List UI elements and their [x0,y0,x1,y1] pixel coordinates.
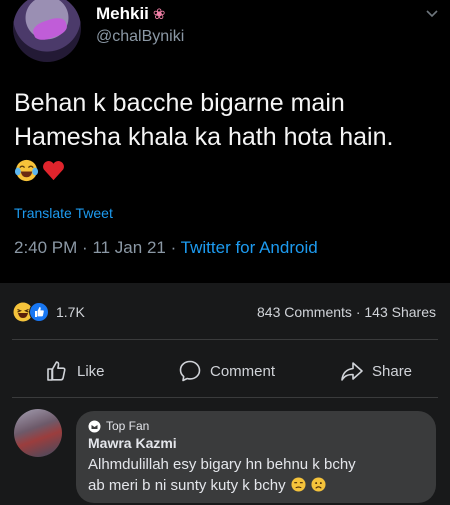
comment-text-line: Alhmdulillah esy bigary hn behnu k bchy [88,456,356,473]
flower-emoji-icon: ❀ [152,5,166,23]
comment-bubble-icon [179,360,201,382]
tweet-text: Behan k bacche bigarne main Hamesha khal… [14,86,444,154]
red-heart-emoji-icon [43,161,64,181]
tweet-time: 2:40 PM [14,238,78,257]
comment-text: Alhmdulillah esy bigary hn behnu k bchy … [88,454,428,496]
display-name[interactable]: Mehkii ❀ [96,4,165,24]
tweet-emojis [14,158,66,183]
comment-author[interactable]: Mawra Kazmi [88,435,177,451]
share-button[interactable]: Share [340,357,412,385]
tweet-text-line: Behan k bacche bigarne main [14,89,345,117]
like-reaction-icon [29,302,49,322]
engagement-stats: 843 Comments · 143 Shares [257,304,436,320]
like-label: Like [77,362,105,380]
chevron-down-icon[interactable] [425,6,439,20]
unamused-face-emoji-icon [291,477,306,492]
tweet-date: 11 Jan 21 [92,238,166,257]
comment-text-line: ab meri b ni sunty kuty k bchy [88,477,286,494]
top-fan-badge: Top Fan [88,419,149,433]
reaction-count: 1.7K [56,304,85,320]
commenter-avatar[interactable] [14,409,62,457]
comments-count-link[interactable]: 843 Comments [257,304,352,320]
top-fan-badge-icon [88,420,101,432]
comment-button[interactable]: Comment [178,357,275,385]
reaction-summary[interactable]: 1.7K [13,302,85,322]
user-handle[interactable]: @chalByniki [96,28,184,46]
share-label: Share [372,362,413,380]
thumbs-up-icon [47,361,66,381]
comment-label: Comment [210,362,276,380]
translate-tweet-link[interactable]: Translate Tweet [14,205,113,221]
face-with-tears-of-joy-emoji-icon [14,159,39,182]
divider [12,339,438,340]
shares-count-link[interactable]: 143 Shares [364,304,436,320]
tweet-text-line: Hamesha khala ka hath hota hain. [14,123,394,151]
tweet-source-link[interactable]: Twitter for Android [181,238,318,257]
tweet-card: Mehkii ❀ @chalByniki Behan k bacche biga… [0,0,450,283]
divider [12,397,438,398]
post-actions: Like Comment Share [0,357,450,387]
share-arrow-icon [341,362,363,381]
facebook-post-footer: 1.7K 843 Comments · 143 Shares Like Comm… [0,283,450,505]
user-avatar[interactable] [13,0,81,62]
like-button[interactable]: Like [45,357,105,385]
tweet-meta: 2:40 PM · 11 Jan 21 · Twitter for Androi… [14,238,318,257]
comment-bubble[interactable]: Top Fan Mawra Kazmi Alhmdulillah esy big… [76,411,436,503]
sad-face-emoji-icon [311,477,326,492]
